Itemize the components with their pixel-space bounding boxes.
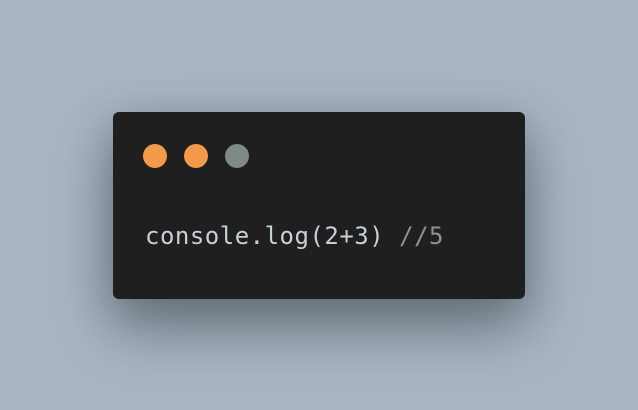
maximize-dot-icon[interactable]: [225, 144, 249, 168]
code-window: console.log(2+3) //5: [113, 112, 525, 299]
code-line: console.log(2+3) //5: [145, 218, 444, 254]
code-statement: console.log(2+3): [145, 222, 385, 250]
close-dot-icon[interactable]: [143, 144, 167, 168]
window-controls: [143, 144, 249, 168]
code-comment: //5: [384, 222, 444, 250]
minimize-dot-icon[interactable]: [184, 144, 208, 168]
